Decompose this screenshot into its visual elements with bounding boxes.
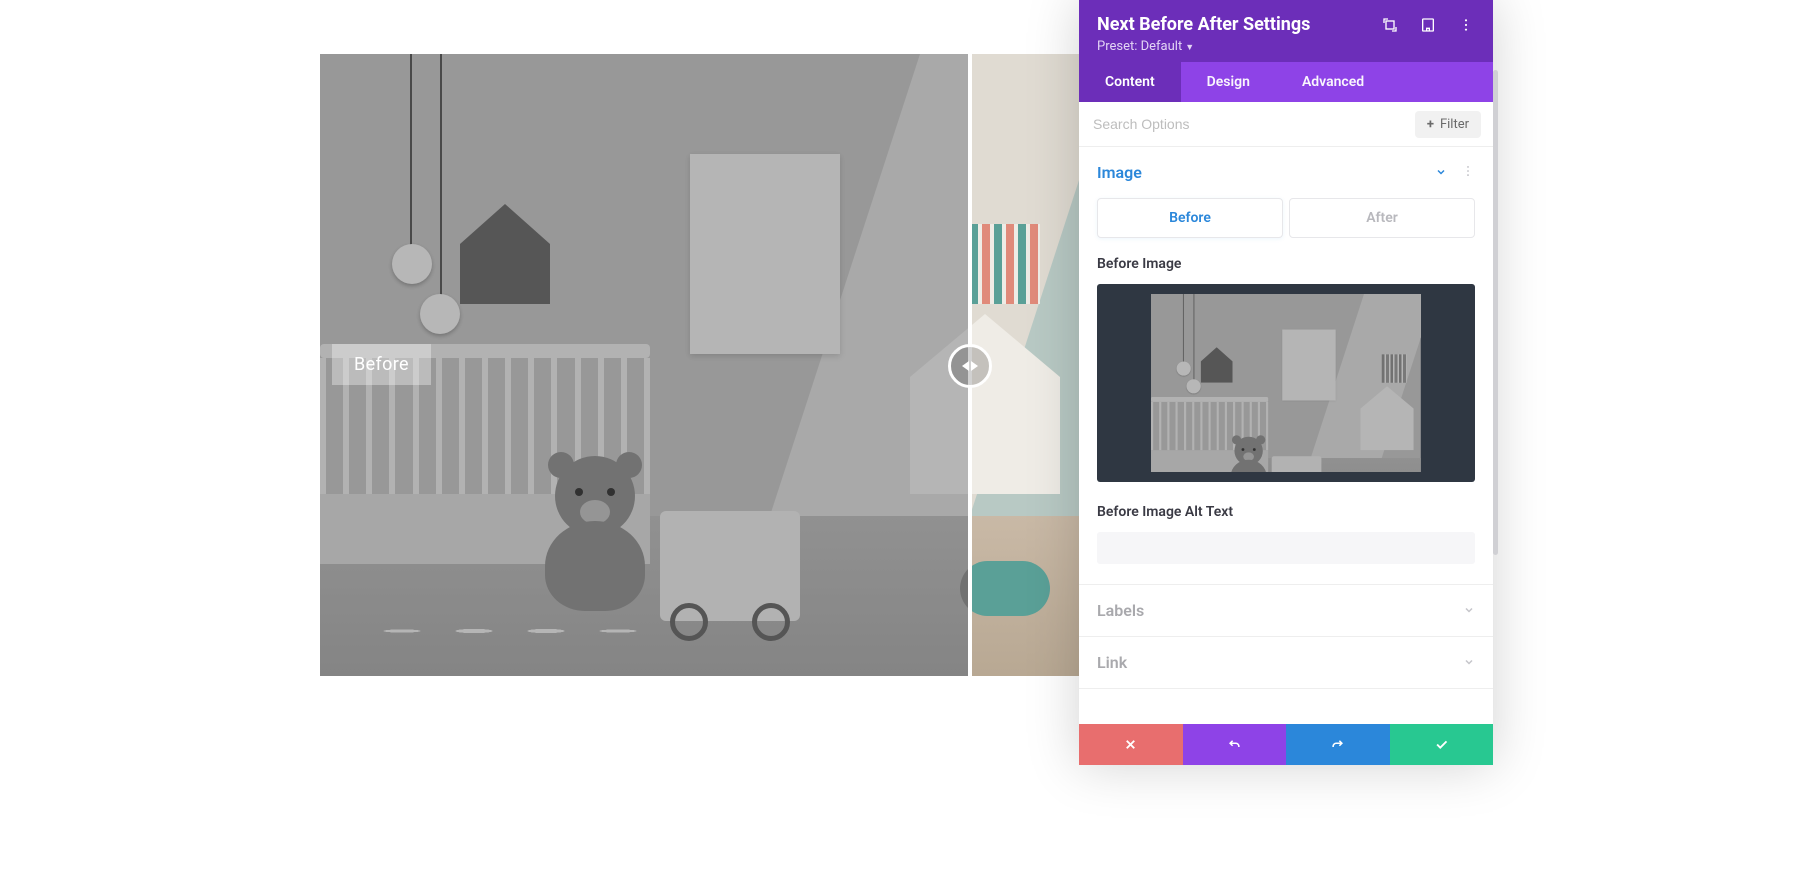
section-link-header[interactable]: Link: [1079, 637, 1493, 688]
search-input[interactable]: [1091, 110, 1415, 138]
plus-icon: +: [1427, 117, 1434, 132]
handle-right-arrow-icon: [971, 361, 978, 371]
section-more-icon[interactable]: [1461, 163, 1475, 182]
responsive-icon[interactable]: [1419, 16, 1437, 34]
chevron-up-icon: [1435, 163, 1447, 182]
panel-body[interactable]: Image Before After Before Image: [1079, 147, 1493, 724]
undo-button[interactable]: [1183, 724, 1287, 765]
section-image: Image Before After Before Image: [1079, 147, 1493, 585]
panel-footer: [1079, 724, 1493, 765]
panel-header: Next Before After Settings Preset: Defau…: [1079, 0, 1493, 62]
search-row: + Filter: [1079, 102, 1493, 147]
segment-before[interactable]: Before: [1097, 198, 1283, 238]
tab-advanced[interactable]: Advanced: [1276, 62, 1390, 102]
caret-down-icon: ▼: [1185, 43, 1194, 53]
panel-scrollbar[interactable]: [1493, 70, 1498, 555]
section-labels-header[interactable]: Labels: [1079, 585, 1493, 636]
comparison-handle[interactable]: [948, 344, 992, 388]
preset-label: Preset: Default: [1097, 39, 1182, 54]
filter-label: Filter: [1440, 117, 1469, 132]
handle-left-arrow-icon: [962, 361, 969, 371]
settings-panel: Next Before After Settings Preset: Defau…: [1079, 0, 1493, 765]
before-image-well[interactable]: [1097, 284, 1475, 482]
section-labels: Labels: [1079, 585, 1493, 637]
before-alt-label: Before Image Alt Text: [1097, 504, 1475, 520]
redo-button[interactable]: [1286, 724, 1390, 765]
section-image-title: Image: [1097, 163, 1142, 182]
more-options-icon[interactable]: [1457, 16, 1475, 34]
section-link-title: Link: [1097, 653, 1127, 672]
expand-icon[interactable]: [1381, 16, 1399, 34]
settings-tabs: Content Design Advanced: [1079, 62, 1493, 102]
save-button[interactable]: [1390, 724, 1494, 765]
preset-selector[interactable]: Preset: Default▼: [1097, 39, 1475, 54]
chevron-down-icon: [1463, 601, 1475, 620]
before-image-thumbnail: [1151, 294, 1421, 472]
section-link: Link: [1079, 637, 1493, 689]
chevron-down-icon: [1463, 653, 1475, 672]
section-image-header[interactable]: Image: [1079, 147, 1493, 198]
before-image-label: Before Image: [1097, 256, 1475, 272]
segment-after[interactable]: After: [1289, 198, 1475, 238]
before-alt-input[interactable]: [1097, 532, 1475, 564]
section-labels-title: Labels: [1097, 601, 1144, 620]
editor-canvas: Before: [0, 0, 1800, 887]
before-after-preview: Before: [320, 54, 1080, 676]
before-overlay-label: Before: [332, 344, 431, 385]
panel-title: Next Before After Settings: [1097, 14, 1310, 35]
cancel-button[interactable]: [1079, 724, 1183, 765]
filter-button[interactable]: + Filter: [1415, 111, 1481, 138]
tab-content[interactable]: Content: [1079, 62, 1181, 102]
tab-design[interactable]: Design: [1181, 62, 1276, 102]
before-after-segment: Before After: [1097, 198, 1475, 238]
